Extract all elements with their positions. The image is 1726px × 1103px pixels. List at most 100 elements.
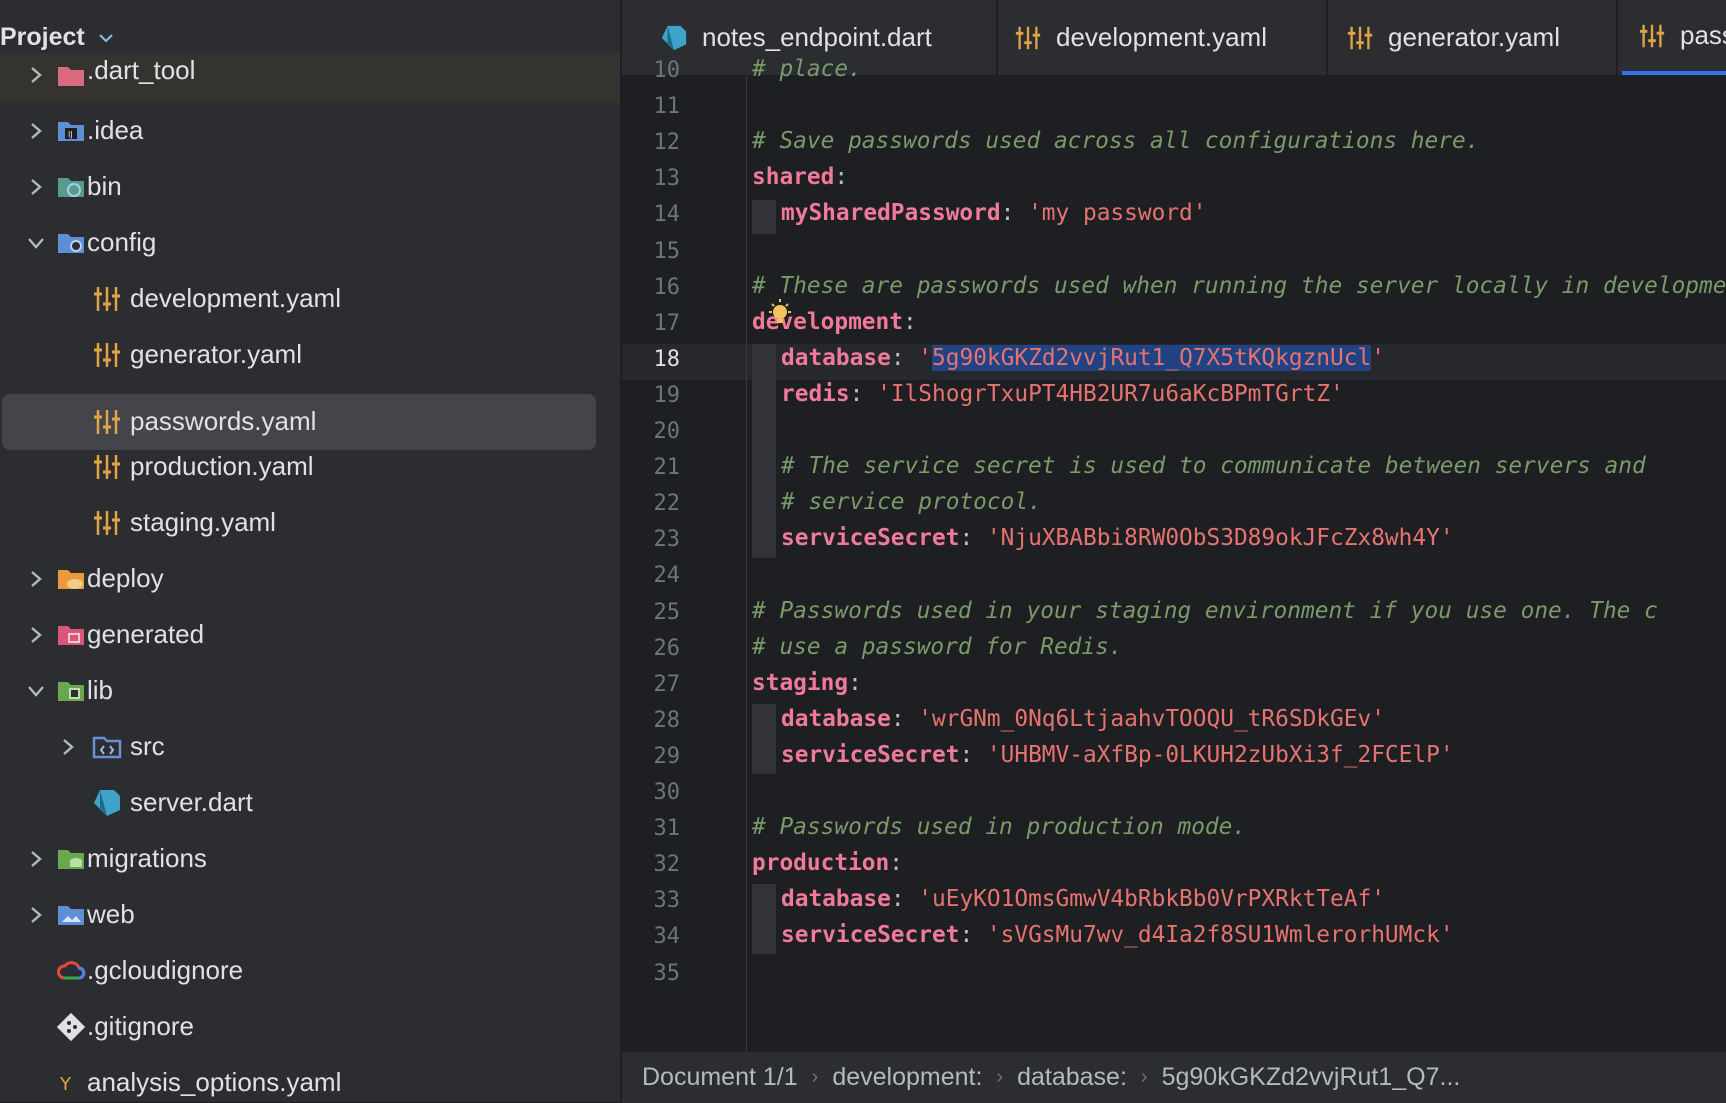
breadcrumb-item[interactable]: Document 1/1 <box>642 1063 798 1092</box>
yaml-string: 'UHBMV-aXfBp-0LKUH2zUbXi3f_2FCElP' <box>986 742 1454 768</box>
yaml-file-icon <box>1347 26 1373 49</box>
line-number: 25 <box>653 600 681 625</box>
tab-generator-yaml[interactable]: generator.yaml <box>1330 0 1618 75</box>
chevron-down-icon[interactable] <box>26 233 46 253</box>
code-line[interactable]: mySharedPassword: 'my password' <box>781 200 1207 226</box>
code-line[interactable]: # Save passwords used across all configu… <box>752 128 1479 154</box>
line-number: 16 <box>653 275 681 300</box>
tree-item-server-dart[interactable]: server.dart <box>0 775 620 831</box>
code-line[interactable]: redis: 'IlShogrTxuPT4HB2UR7u6aKcBPmTGrtZ… <box>781 381 1344 407</box>
code-line[interactable]: # service protocol. <box>781 489 1042 515</box>
tree-item-development-yaml[interactable]: development.yaml <box>0 271 620 327</box>
tab-passwords-yaml[interactable]: passwords.yaml <box>1622 0 1726 75</box>
yaml-file-icon <box>94 410 120 434</box>
yaml-file-icon <box>94 455 120 479</box>
comment-text: # place. <box>752 56 862 82</box>
chevron-right-icon: › <box>1140 1066 1148 1088</box>
line-number: 22 <box>653 491 681 516</box>
tree-item-gcloudignore[interactable]: .gcloudignore <box>0 943 620 999</box>
tree-item-idea[interactable]: IJ .idea <box>0 103 620 159</box>
line-number: 27 <box>653 672 681 697</box>
chevron-right-icon[interactable] <box>26 177 46 197</box>
breadcrumb: Document 1/1 › development: › database: … <box>622 1051 1726 1103</box>
lightbulb-icon[interactable] <box>766 298 794 330</box>
idea-folder-icon: IJ <box>58 122 84 141</box>
chevron-right-icon[interactable] <box>26 121 46 141</box>
tree-item-lib[interactable]: lib <box>0 663 620 719</box>
yaml-colon: : <box>890 706 905 732</box>
yaml-key: mySharedPassword <box>781 200 1001 226</box>
folder-icon <box>58 906 84 925</box>
code-line[interactable]: # Passwords used in production mode. <box>752 814 1246 840</box>
breadcrumb-item[interactable]: 5g90kGKZd2vvjRut1_Q7... <box>1162 1063 1461 1092</box>
code-line[interactable]: database: 'uEyKO1OmsGmwV4bRbkBb0VrPXRktT… <box>781 886 1385 912</box>
yaml-colon: : <box>834 164 849 190</box>
tree-item-analysis-options[interactable]: Y analysis_options.yaml <box>0 1055 620 1102</box>
code-line[interactable]: # The service secret is used to communic… <box>781 453 1646 479</box>
tree-item-migrations[interactable]: migrations <box>0 831 620 887</box>
yaml-key: staging <box>752 670 849 696</box>
code-line[interactable]: serviceSecret: 'NjuXBABbi8RW0ObS3D89okJF… <box>781 525 1454 551</box>
chevron-right-icon: › <box>811 1066 819 1088</box>
line-number: 11 <box>653 94 681 119</box>
tree-item-staging-yaml[interactable]: staging.yaml <box>0 495 620 551</box>
line-number: 34 <box>653 924 681 949</box>
code-line[interactable]: staging: <box>752 670 876 696</box>
line-number: 24 <box>653 563 681 588</box>
code-line[interactable]: database: 'wrGNm_0Nq6LtjaahvTOOQU_tR6SDk… <box>781 706 1385 732</box>
line-number: 12 <box>653 130 681 155</box>
tree-item-dart-tool[interactable]: .dart_tool <box>0 53 620 103</box>
code-line[interactable]: # use a password for Redis. <box>752 634 1123 660</box>
folder-icon <box>58 570 84 589</box>
indent-guide <box>752 704 776 774</box>
tree-item-bin[interactable]: bin <box>0 159 620 215</box>
chevron-down-icon[interactable] <box>97 29 115 47</box>
line-number: 15 <box>653 239 681 264</box>
code-line[interactable]: # place. <box>752 56 862 82</box>
tree-item-label: analysis_options.yaml <box>87 1067 342 1097</box>
yaml-colon: : <box>902 309 917 335</box>
yaml-colon: : <box>890 345 905 371</box>
code-line[interactable]: # Passwords used in your staging environ… <box>752 598 1658 624</box>
chevron-down-icon[interactable] <box>26 681 46 701</box>
code-line[interactable]: # These are passwords used when running … <box>752 273 1726 299</box>
chevron-right-icon[interactable] <box>26 905 46 925</box>
code-line[interactable]: database: '5g90kGKZd2vvjRut1_Q7X5tKQkgzn… <box>781 345 1385 371</box>
yaml-colon: : <box>1000 200 1015 226</box>
code-line[interactable]: serviceSecret: 'UHBMV-aXfBp-0LKUH2zUbXi3… <box>781 742 1454 768</box>
chevron-right-icon[interactable] <box>26 625 46 645</box>
selected-text: 5g90kGKZd2vvjRut1_Q7X5tKQkgznUcl <box>932 345 1372 371</box>
tree-item-label: deploy <box>87 563 164 593</box>
tree-item-label: migrations <box>87 843 207 873</box>
tree-item-web[interactable]: web <box>0 887 620 943</box>
chevron-right-icon[interactable] <box>26 569 46 589</box>
yaml-string: ' <box>1371 345 1385 371</box>
gcloud-icon <box>57 961 86 980</box>
breadcrumb-item[interactable]: database: <box>1017 1063 1127 1092</box>
generated-folder-icon <box>58 626 84 645</box>
line-number: 21 <box>653 455 681 480</box>
tree-item-deploy[interactable]: deploy <box>0 551 620 607</box>
tree-item-production-yaml[interactable]: production.yaml <box>0 439 620 495</box>
tab-development-yaml[interactable]: development.yaml <box>996 0 1328 75</box>
tab-label: passwords.yaml <box>1680 20 1726 50</box>
tree-item-config[interactable]: config <box>0 215 620 271</box>
comment-text: # Save passwords used across all configu… <box>752 128 1480 154</box>
tree-item-src[interactable]: src <box>0 719 620 775</box>
tree-item-generator-yaml[interactable]: generator.yaml <box>0 327 620 383</box>
code-line[interactable]: production: <box>752 850 917 876</box>
chevron-right-icon[interactable] <box>58 737 78 757</box>
code-line[interactable]: shared: <box>752 164 862 190</box>
chevron-right-icon[interactable] <box>26 849 46 869</box>
yaml-key: serviceSecret <box>781 742 960 768</box>
yaml-file-icon <box>94 343 120 367</box>
comment-text: # Passwords used in production mode. <box>752 814 1247 840</box>
breadcrumb-item[interactable]: development: <box>832 1063 982 1092</box>
yaml-string: ' <box>918 345 933 371</box>
chevron-right-icon[interactable] <box>26 65 46 85</box>
database-folder-icon <box>58 850 84 869</box>
config-folder-icon <box>58 234 84 253</box>
tree-item-generated[interactable]: generated <box>0 607 620 663</box>
tree-item-gitignore[interactable]: .gitignore <box>0 999 620 1055</box>
code-line[interactable]: serviceSecret: 'sVGsMu7wv_d4Ia2f8SU1Wmle… <box>781 922 1454 948</box>
